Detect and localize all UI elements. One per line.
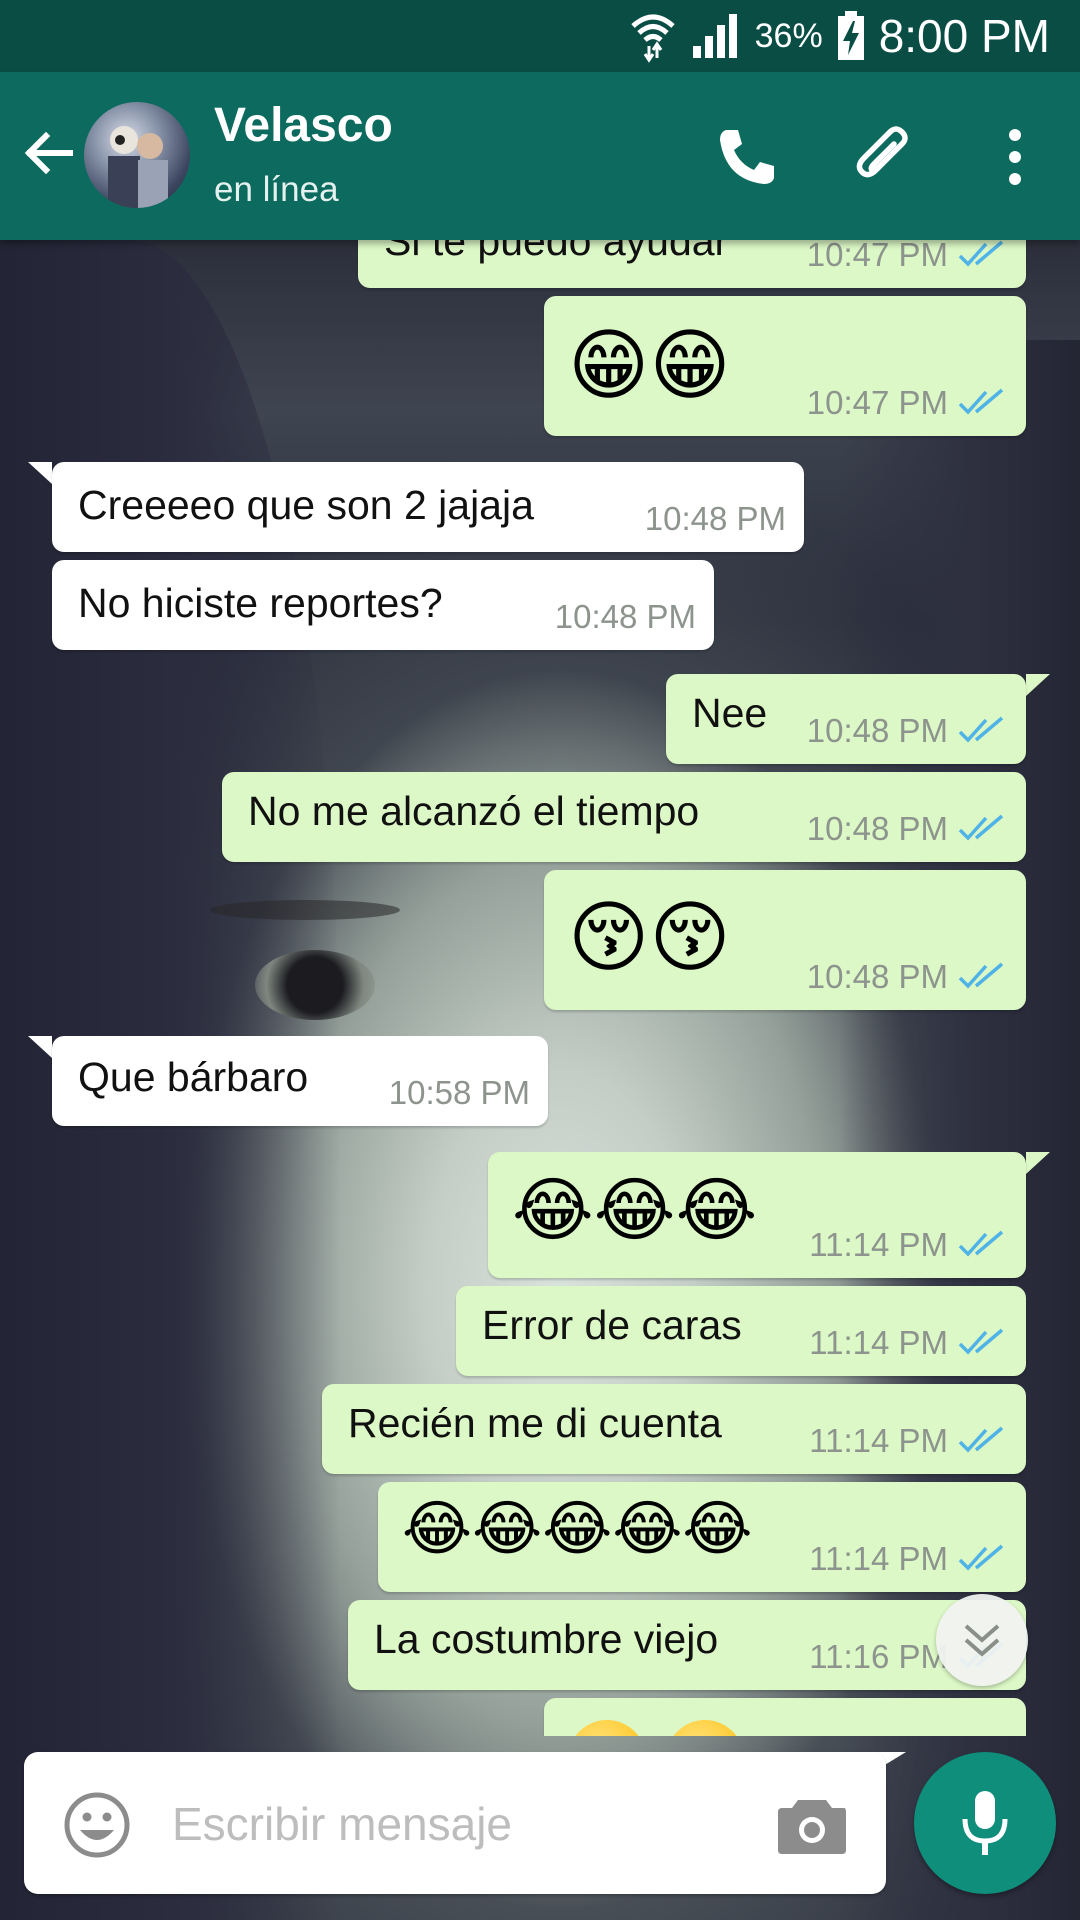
contact-name[interactable]: Velasco xyxy=(214,98,393,153)
message-text: No me alcanzó el tiempo xyxy=(248,788,700,834)
read-ticks-icon xyxy=(958,814,1004,841)
message-bubble-outgoing[interactable]: 😁😁 10:47 PM xyxy=(544,296,1026,436)
emoji-row: 😚😚 xyxy=(568,894,731,980)
signal-icon xyxy=(692,14,737,58)
read-ticks-icon xyxy=(958,1230,1004,1257)
message-time: 11:14 PM xyxy=(809,1422,948,1459)
message-bubble-outgoing[interactable]: La costumbre viejo 11:16 PM xyxy=(348,1600,1026,1690)
avatar-image xyxy=(108,126,168,208)
battery-charging-icon xyxy=(837,11,864,60)
mic-icon xyxy=(962,1791,1008,1855)
message-input[interactable] xyxy=(170,1788,774,1860)
emoji-icon[interactable] xyxy=(62,1790,132,1860)
message-text: La costumbre viejo xyxy=(374,1616,719,1662)
message-text: Si te puedo ayudar xyxy=(384,240,729,264)
message-bubble-outgoing[interactable]: Si te puedo ayudar 10:47 PM xyxy=(358,240,1026,288)
message-time: 10:47 PM xyxy=(806,384,948,421)
message-time: 11:14 PM xyxy=(809,1324,948,1361)
message-time: 10:48 PM xyxy=(806,712,948,749)
mic-button[interactable] xyxy=(914,1752,1056,1894)
message-time: 10:47 PM xyxy=(806,240,948,273)
scroll-to-bottom-button[interactable] xyxy=(936,1594,1028,1686)
message-time: 10:48 PM xyxy=(806,810,948,847)
bubble-tail xyxy=(1026,674,1050,696)
battery-percent: 36% xyxy=(754,16,823,55)
read-ticks-icon xyxy=(958,240,1004,267)
message-time: 10:48 PM xyxy=(554,598,696,635)
read-ticks-icon xyxy=(958,1426,1004,1453)
emoji-row: 😂😂😂 xyxy=(512,1172,757,1248)
message-bubble-incoming[interactable]: No hiciste reportes? 10:48 PM xyxy=(52,560,714,650)
clock: 8:00 PM xyxy=(878,10,1050,62)
emoji-row xyxy=(568,1720,744,1736)
message-text: Error de caras xyxy=(482,1302,742,1348)
back-arrow-icon[interactable] xyxy=(20,124,78,182)
message-bubble-outgoing[interactable]: 😚😚 10:48 PM xyxy=(544,870,1026,1010)
message-time: 11:16 PM xyxy=(809,1638,948,1675)
partial-emoji xyxy=(666,1720,744,1736)
message-bubble-outgoing[interactable]: 😂😂😂 11:14 PM xyxy=(488,1152,1026,1278)
message-bubble-outgoing[interactable]: No me alcanzó el tiempo 10:48 PM xyxy=(222,772,1026,862)
message-time: 10:48 PM xyxy=(806,958,948,995)
message-bubble-outgoing[interactable] xyxy=(544,1698,1026,1736)
emoji-row: 😁😁 xyxy=(568,322,731,408)
message-composer xyxy=(24,1752,886,1894)
message-meta: 11:14 PM xyxy=(809,1226,1004,1264)
message-text: Que bárbaro xyxy=(78,1054,309,1100)
message-bubble-outgoing[interactable]: Nee 10:48 PM xyxy=(666,674,1026,764)
read-ticks-icon xyxy=(958,388,1004,415)
read-ticks-icon xyxy=(958,1328,1004,1355)
message-meta: 10:47 PM xyxy=(807,240,1004,274)
message-emoji: 😁😁 xyxy=(568,321,731,409)
message-time: 10:48 PM xyxy=(644,500,786,537)
message-time: 10:58 PM xyxy=(388,1074,530,1111)
message-text: Creeeeo que son 2 jajaja xyxy=(78,482,534,528)
bubble-tail xyxy=(28,1036,52,1058)
avatar[interactable] xyxy=(84,102,190,208)
message-meta: 10:48 PM xyxy=(807,958,1004,996)
read-ticks-icon xyxy=(958,716,1004,743)
message-bubble-incoming[interactable]: Creeeeo que son 2 jajaja 10:48 PM xyxy=(52,462,804,552)
double-chevron-down-icon xyxy=(964,1624,1000,1657)
status-bar: 36% 8:00 PM xyxy=(0,0,1080,72)
more-vert-icon[interactable] xyxy=(980,122,1050,192)
message-bubble-outgoing[interactable]: 😂😂😂😂😂 11:14 PM xyxy=(378,1482,1026,1592)
wifi-icon xyxy=(630,14,675,63)
contact-status: en línea xyxy=(214,170,339,209)
message-emoji: 😂😂😂 xyxy=(512,1171,758,1249)
partial-emoji xyxy=(568,1720,646,1736)
message-text: No hiciste reportes? xyxy=(78,580,443,626)
message-meta: 11:14 PM xyxy=(809,1540,1004,1578)
message-emoji: 😂😂😂😂😂 xyxy=(402,1495,753,1562)
message-bubble-outgoing[interactable]: Error de caras 11:14 PM xyxy=(456,1286,1026,1376)
message-time: 11:14 PM xyxy=(809,1226,948,1263)
message-list[interactable]: Si te puedo ayudar 10:47 PM 😁😁 10:47 PM … xyxy=(0,240,1080,1736)
message-time: 11:14 PM xyxy=(809,1540,948,1577)
message-meta: 10:47 PM xyxy=(807,384,1004,422)
message-meta: 10:48 PM xyxy=(555,598,696,636)
message-meta: 11:14 PM xyxy=(809,1422,1004,1460)
bubble-tail xyxy=(1026,1152,1050,1174)
paperclip-icon[interactable] xyxy=(852,122,922,192)
message-text: Nee xyxy=(692,690,768,736)
message-bubble-incoming[interactable]: Que bárbaro 10:58 PM xyxy=(52,1036,548,1126)
message-meta: 10:48 PM xyxy=(807,810,1004,848)
read-ticks-icon xyxy=(958,1544,1004,1571)
bubble-tail xyxy=(28,462,52,484)
message-emoji: 😚😚 xyxy=(568,893,731,981)
message-text: Recién me di cuenta xyxy=(348,1400,722,1446)
phone-icon[interactable] xyxy=(712,122,782,192)
read-ticks-icon xyxy=(958,962,1004,989)
message-bubble-outgoing[interactable]: Recién me di cuenta 11:14 PM xyxy=(322,1384,1026,1474)
chat-header: Velasco en línea xyxy=(0,72,1080,240)
camera-icon[interactable] xyxy=(776,1792,848,1856)
message-meta: 10:58 PM xyxy=(389,1074,530,1112)
message-meta: 10:48 PM xyxy=(645,500,786,538)
message-meta: 11:14 PM xyxy=(809,1324,1004,1362)
message-meta: 10:48 PM xyxy=(807,712,1004,750)
emoji-row: 😂😂😂😂😂 xyxy=(402,1494,753,1564)
